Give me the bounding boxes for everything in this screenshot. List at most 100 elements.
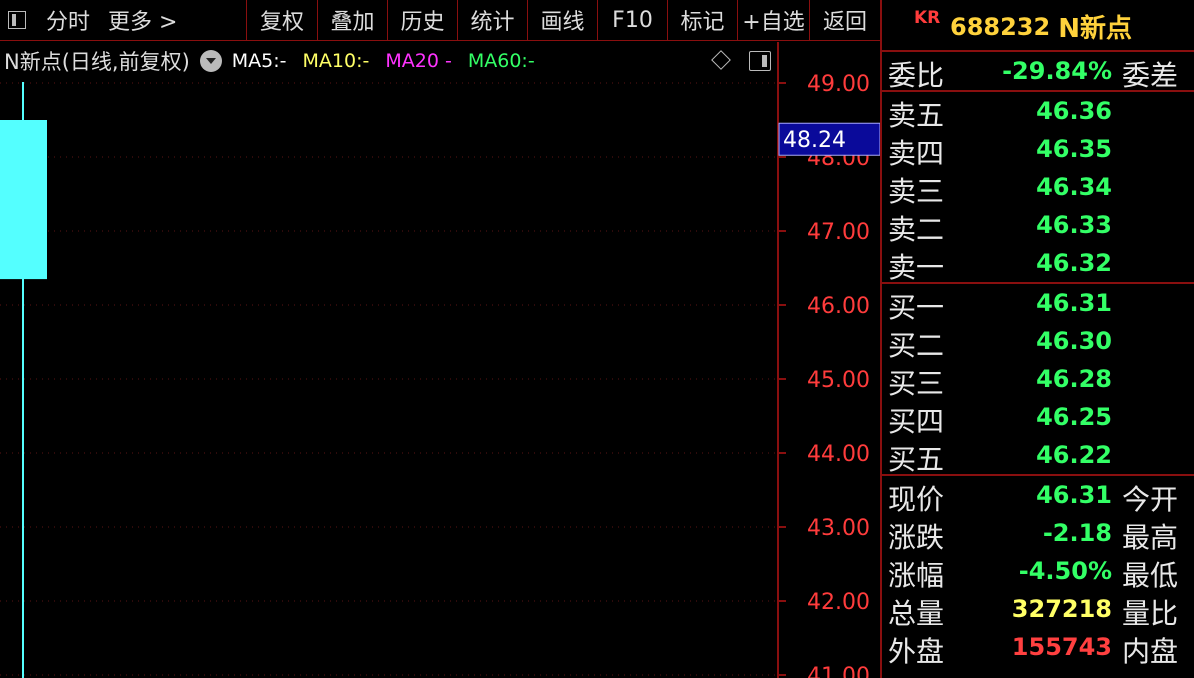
order-ratio-value: -29.84% bbox=[1002, 57, 1112, 85]
tab-timeshare[interactable]: 分时 bbox=[46, 4, 90, 36]
ma20-label: MA20 bbox=[385, 50, 439, 72]
ma10-indicator: MA10:- bbox=[303, 50, 370, 72]
bid-section: 买一 46.31 买二 46.30 买三 46.28 买四 46.25 买五 46.22 bbox=[882, 284, 1194, 476]
ma10-value: - bbox=[362, 50, 370, 72]
ma60-indicator: MA60:- bbox=[468, 50, 535, 72]
back-button[interactable]: 返回 bbox=[810, 0, 880, 40]
stats-row[interactable]: 现价 46.31 今开 bbox=[882, 476, 1194, 516]
stock-name: N新点 bbox=[1058, 13, 1132, 44]
panel-toggle-icon[interactable] bbox=[749, 51, 771, 71]
buy-label: 买一 bbox=[888, 291, 945, 324]
ma20-value: - bbox=[444, 50, 452, 72]
stats-value: -2.18 bbox=[1042, 519, 1112, 547]
buy-row[interactable]: 买三 46.28 bbox=[882, 360, 1194, 400]
sell-label: 卖二 bbox=[888, 213, 945, 246]
draw-line-button[interactable]: 画线 bbox=[528, 0, 598, 40]
stats-right-label: 最低 bbox=[1122, 559, 1179, 592]
stats-label: 总量 bbox=[888, 597, 945, 630]
stats-row[interactable]: 外盘 155743 内盘 bbox=[882, 628, 1194, 668]
buy-row[interactable]: 买四 46.25 bbox=[882, 398, 1194, 438]
order-ratio-section: 委比 -29.84% 委差 bbox=[882, 52, 1194, 92]
buy-label: 买四 bbox=[888, 405, 945, 438]
sell-value: 46.34 bbox=[1036, 173, 1112, 201]
restore-rights-button[interactable]: 复权 bbox=[247, 0, 318, 40]
buy-row[interactable]: 买二 46.30 bbox=[882, 322, 1194, 362]
chart-title: N新点(日线,前复权) bbox=[4, 50, 190, 74]
chart-header: N新点(日线,前复权) MA5:- MA10:- MA20 - MA60:- bbox=[0, 42, 778, 80]
stats-label: 现价 bbox=[888, 483, 945, 516]
quote-panel: KR 688232 N新点 委比 -29.84% 委差 卖五 46.36 卖四 46.… bbox=[880, 0, 1194, 678]
stats-value: -4.50% bbox=[1018, 557, 1112, 585]
toolbar: 分时 更多 > 复权 叠加 历史 统计 画线 F10 标记 +自选 返回 bbox=[0, 0, 880, 41]
mark-button[interactable]: 标记 bbox=[668, 0, 738, 40]
ma10-label: MA10: bbox=[302, 50, 363, 72]
stats-row[interactable]: 涨幅 -4.50% 最低 bbox=[882, 552, 1194, 592]
stats-label: 外盘 bbox=[888, 635, 945, 668]
ma20-indicator: MA20 - bbox=[385, 50, 451, 72]
statistics-button[interactable]: 统计 bbox=[458, 0, 528, 40]
ma60-value: - bbox=[527, 50, 535, 72]
sell-label: 卖四 bbox=[888, 137, 945, 170]
overlay-button[interactable]: 叠加 bbox=[318, 0, 388, 40]
tick-label: 43.00 bbox=[807, 516, 870, 541]
stats-value: 327218 bbox=[1011, 595, 1112, 623]
sell-value: 46.36 bbox=[1036, 97, 1112, 125]
tick-label: 45.00 bbox=[807, 368, 870, 393]
buy-value: 46.30 bbox=[1036, 327, 1112, 355]
order-diff-label: 委差 bbox=[1122, 59, 1179, 92]
buy-value: 46.28 bbox=[1036, 365, 1112, 393]
sell-value: 46.35 bbox=[1036, 135, 1112, 163]
history-button[interactable]: 历史 bbox=[388, 0, 458, 40]
stats-value: 155743 bbox=[1011, 633, 1112, 661]
stock-header: KR 688232 N新点 bbox=[882, 0, 1194, 52]
buy-value: 46.25 bbox=[1036, 403, 1112, 431]
ma60-label: MA60: bbox=[467, 50, 528, 72]
buy-value: 46.22 bbox=[1036, 441, 1112, 469]
stats-right-label: 今开 bbox=[1122, 483, 1179, 516]
more-menu[interactable]: 更多 > bbox=[108, 4, 177, 36]
stock-code: 688232 bbox=[950, 13, 1051, 41]
stats-label: 涨跌 bbox=[888, 521, 945, 554]
sell-row[interactable]: 卖二 46.33 bbox=[882, 206, 1194, 246]
sell-value: 46.32 bbox=[1036, 249, 1112, 277]
market-badge: KR bbox=[914, 8, 941, 28]
f10-button[interactable]: F10 bbox=[598, 0, 668, 40]
tick-label: 41.00 bbox=[807, 664, 870, 678]
stats-right-label: 内盘 bbox=[1122, 635, 1179, 668]
stats-row[interactable]: 总量 327218 量比 bbox=[882, 590, 1194, 630]
sell-row[interactable]: 卖三 46.34 bbox=[882, 168, 1194, 208]
ask-section: 卖五 46.36 卖四 46.35 卖三 46.34 卖二 46.33 卖一 46.32 bbox=[882, 92, 1194, 284]
buy-label: 买五 bbox=[888, 443, 945, 476]
sell-label: 卖五 bbox=[888, 99, 945, 132]
chevron-down-icon[interactable] bbox=[199, 50, 222, 72]
ma5-value: - bbox=[279, 50, 287, 72]
buy-value: 46.31 bbox=[1036, 289, 1112, 317]
buy-label: 买二 bbox=[888, 329, 945, 362]
sell-row[interactable]: 卖一 46.32 bbox=[882, 244, 1194, 284]
buy-row[interactable]: 买一 46.31 bbox=[882, 284, 1194, 324]
ma5-label: MA5: bbox=[231, 50, 280, 72]
stats-right-label: 量比 bbox=[1122, 597, 1179, 630]
sell-row[interactable]: 卖四 46.35 bbox=[882, 130, 1194, 170]
tick-label: 42.00 bbox=[807, 590, 870, 615]
tick-label: 44.00 bbox=[807, 442, 870, 467]
candle-body[interactable] bbox=[0, 120, 47, 280]
buy-label: 买三 bbox=[888, 367, 945, 400]
buy-row[interactable]: 买五 46.22 bbox=[882, 436, 1194, 476]
sell-label: 卖一 bbox=[888, 251, 945, 284]
toolbar-left: 分时 更多 > bbox=[0, 0, 247, 40]
price-chart[interactable]: 49.0048.0047.0046.0045.0044.0043.0042.00… bbox=[0, 42, 880, 678]
sell-label: 卖三 bbox=[888, 175, 945, 208]
stats-value: 46.31 bbox=[1036, 481, 1112, 509]
tick-label: 46.00 bbox=[807, 294, 870, 319]
tick-label: 49.00 bbox=[807, 72, 870, 97]
stats-row[interactable]: 涨跌 -2.18 最高 bbox=[882, 514, 1194, 554]
sell-row[interactable]: 卖五 46.36 bbox=[882, 92, 1194, 132]
stats-right-label: 最高 bbox=[1122, 521, 1179, 554]
tick-label: 47.00 bbox=[807, 220, 870, 245]
sidebar-toggle-icon[interactable] bbox=[8, 11, 26, 29]
diamond-icon[interactable] bbox=[711, 50, 731, 70]
order-ratio-label: 委比 bbox=[888, 59, 945, 92]
stats-label: 涨幅 bbox=[888, 559, 945, 592]
add-watchlist-button[interactable]: +自选 bbox=[738, 0, 810, 40]
